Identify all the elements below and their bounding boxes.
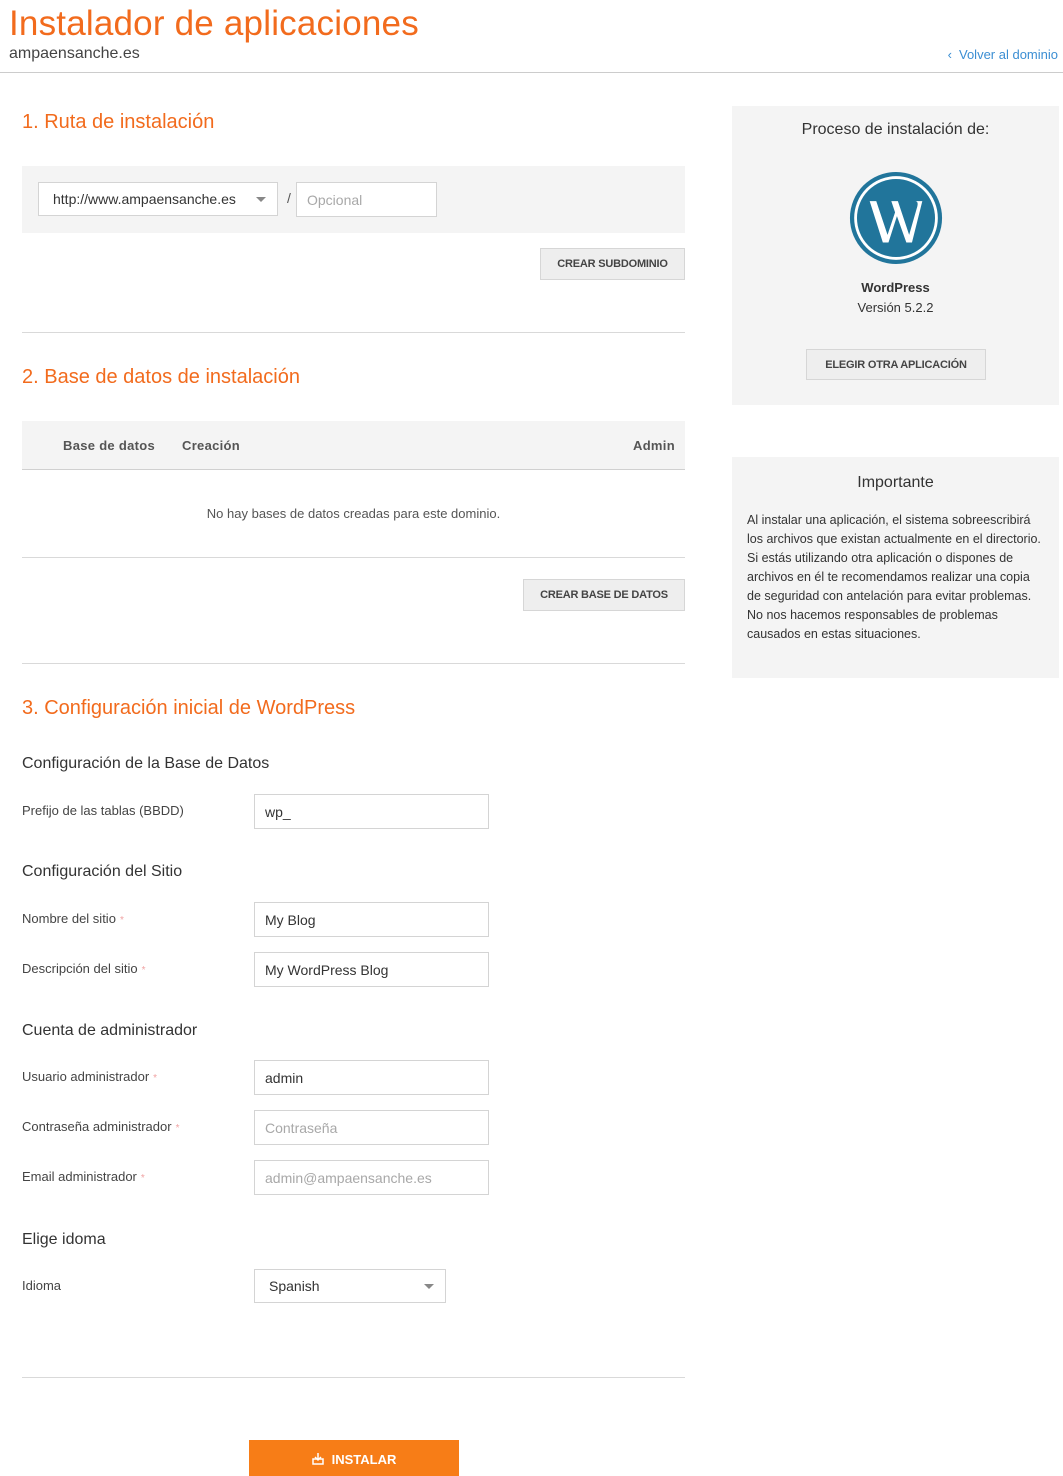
- table-prefix-label: Prefijo de las tablas (BBDD): [22, 803, 184, 818]
- required-marker: *: [140, 1173, 145, 1184]
- no-databases-message: No hay bases de datos creadas para este …: [206, 506, 501, 521]
- domain-name: ampaensanche.es: [9, 45, 140, 62]
- chevron-left-icon: ‹: [947, 47, 952, 62]
- section-database-title: 2. Base de datos de instalación: [22, 366, 300, 388]
- column-created: Creación: [182, 438, 241, 453]
- create-subdomain-button[interactable]: CREAR SUBDOMINIO: [540, 248, 685, 280]
- path-separator: /: [287, 190, 291, 206]
- install-path-input[interactable]: Opcional: [296, 182, 437, 217]
- app-name: WordPress: [861, 280, 930, 295]
- admin-email-input[interactable]: admin@ampaensanche.es: [254, 1160, 489, 1195]
- section-divider: [22, 332, 685, 333]
- install-button-label: INSTALAR: [331, 1451, 397, 1467]
- admin-account-heading: Cuenta de administrador: [22, 1022, 198, 1039]
- section-divider: [22, 663, 685, 664]
- install-button[interactable]: INSTALAR: [249, 1440, 459, 1476]
- back-link-label: Volver al dominio: [959, 47, 1058, 62]
- caret-down-icon: [424, 1284, 434, 1289]
- domain-url-value: http://www.ampaensanche.es: [53, 191, 236, 207]
- wordpress-logo: [849, 171, 943, 265]
- column-database: Base de datos: [63, 438, 156, 453]
- site-name-input[interactable]: My Blog: [254, 902, 489, 937]
- install-process-title: Proceso de instalación de:: [801, 121, 990, 138]
- admin-password-input[interactable]: Contraseña: [254, 1110, 489, 1145]
- site-description-label: Descripción del sitio *: [22, 961, 146, 976]
- admin-user-label: Usuario administrador *: [22, 1069, 158, 1084]
- header-divider: [0, 72, 1063, 73]
- important-text: Al instalar una aplicación, el sistema s…: [747, 513, 1041, 641]
- admin-user-input[interactable]: admin: [254, 1060, 489, 1095]
- install-icon: [311, 1453, 324, 1465]
- choose-other-app-button[interactable]: ELEGIR OTRA APLICACIÓN: [806, 349, 986, 380]
- page-title: Instalador de aplicaciones: [9, 4, 419, 43]
- required-marker: *: [175, 1123, 180, 1134]
- section-wordpress-config-title: 3. Configuración inicial de WordPress: [22, 697, 356, 719]
- required-marker: *: [141, 965, 146, 976]
- section-divider: [22, 1377, 685, 1378]
- required-marker: *: [153, 1073, 158, 1084]
- language-value: Spanish: [269, 1278, 320, 1294]
- back-to-domain-link[interactable]: ‹ Volver al dominio: [948, 47, 1058, 62]
- domain-url-select[interactable]: http://www.ampaensanche.es: [38, 182, 278, 216]
- language-label: Idioma: [22, 1278, 62, 1293]
- column-admin: Admin: [633, 438, 675, 453]
- site-name-label: Nombre del sitio *: [22, 911, 124, 926]
- table-prefix-input[interactable]: wp_: [254, 794, 489, 829]
- app-version: Versión 5.2.2: [857, 300, 934, 315]
- table-bottom-divider: [22, 557, 685, 558]
- admin-email-label: Email administrador *: [22, 1169, 145, 1184]
- caret-down-icon: [256, 197, 266, 202]
- db-config-heading: Configuración de la Base de Datos: [22, 755, 270, 772]
- language-select[interactable]: Spanish: [254, 1269, 446, 1303]
- site-config-heading: Configuración del Sitio: [22, 863, 183, 880]
- admin-password-label: Contraseña administrador *: [22, 1119, 180, 1134]
- create-database-button[interactable]: CREAR BASE DE DATOS: [523, 579, 685, 611]
- important-title: Importante: [857, 474, 934, 491]
- required-marker: *: [119, 915, 124, 926]
- language-heading: Elige idoma: [22, 1231, 106, 1248]
- site-description-input[interactable]: My WordPress Blog: [254, 952, 489, 987]
- section-install-path-title: 1. Ruta de instalación: [22, 111, 215, 133]
